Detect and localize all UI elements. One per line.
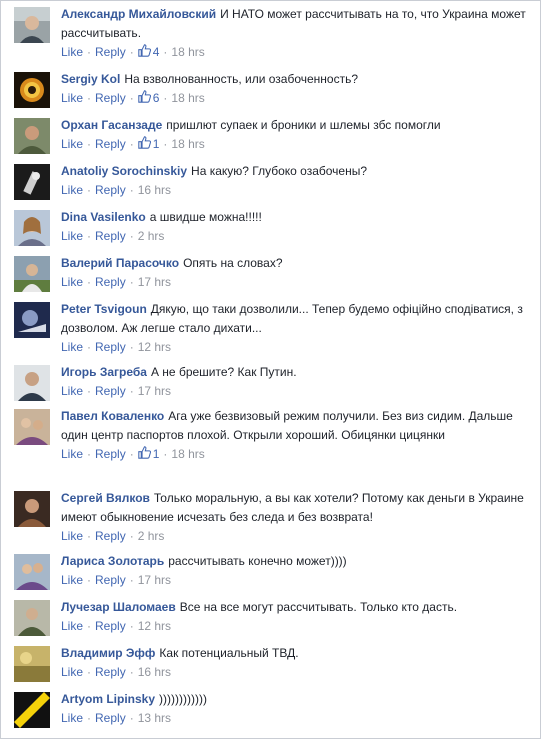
comment-time[interactable]: 13 hrs (138, 711, 171, 725)
comments-panel: Александр Михайловский И НАТО может рассч… (0, 0, 541, 739)
comment-time[interactable]: 18 hrs (171, 91, 204, 105)
avatar[interactable] (14, 118, 50, 154)
like-link[interactable]: Like (61, 573, 83, 587)
comment-author[interactable]: Sergiy Kol (61, 72, 120, 86)
comment-author[interactable]: Орхан Гасанзаде (61, 118, 162, 132)
comment-text: На какую? Глубоко озабочены? (191, 164, 368, 178)
avatar[interactable] (14, 164, 50, 200)
like-link[interactable]: Like (61, 91, 83, 105)
comment-text: Все на все могут рассчитывать. Только кт… (179, 600, 458, 614)
thumbs-up-icon (137, 136, 151, 149)
like-link[interactable]: Like (61, 275, 83, 289)
comment-author[interactable]: Anatoliy Sorochinskiy (61, 164, 187, 178)
comment-time[interactable]: 2 hrs (138, 529, 165, 543)
comment-text: а швидше можна!!!!! (149, 210, 262, 224)
comment-text: пришлют супаек и броники и шлемы збс пом… (166, 118, 441, 132)
comment-text: рассчитывать конечно может)))) (168, 554, 347, 568)
comment-time[interactable]: 17 hrs (138, 573, 171, 587)
reply-link[interactable]: Reply (95, 384, 126, 398)
avatar[interactable] (14, 302, 50, 338)
comment-text: А не брешите? Как Путин. (150, 365, 297, 379)
avatar[interactable] (14, 600, 50, 636)
reply-link[interactable]: Reply (95, 665, 126, 679)
reply-link[interactable]: Reply (95, 45, 126, 59)
comment-text: На взволнованность, или озабоченность? (124, 72, 359, 86)
comment-author[interactable]: Лариса Золотарь (61, 554, 164, 568)
reply-link[interactable]: Reply (95, 573, 126, 587)
comment-time[interactable]: 18 hrs (171, 447, 204, 461)
avatar[interactable] (14, 256, 50, 292)
comment-author[interactable]: Лучезар Шаломаев (61, 600, 176, 614)
like-link[interactable]: Like (61, 229, 83, 243)
comment-time[interactable]: 17 hrs (138, 384, 171, 398)
avatar[interactable] (14, 554, 50, 590)
like-link[interactable]: Like (61, 45, 83, 59)
avatar[interactable] (14, 491, 50, 527)
avatar[interactable] (14, 692, 50, 728)
avatar[interactable] (14, 210, 50, 246)
avatar[interactable] (14, 409, 50, 445)
reply-link[interactable]: Reply (95, 619, 126, 633)
reply-link[interactable]: Reply (95, 91, 126, 105)
comment-author[interactable]: Игорь Загреба (61, 365, 147, 379)
comment-author[interactable]: Валерий Парасочко (61, 256, 179, 270)
avatar[interactable] (14, 72, 50, 108)
like-count[interactable]: 6 (137, 90, 159, 105)
comment-author[interactable]: Dina Vasilenko (61, 210, 146, 224)
reply-link[interactable]: Reply (95, 711, 126, 725)
comment-time[interactable]: 12 hrs (138, 619, 171, 633)
comment-text: Опять на словах? (183, 256, 283, 270)
reply-link[interactable]: Reply (95, 137, 126, 151)
reply-link[interactable]: Reply (95, 229, 126, 243)
reply-link[interactable]: Reply (95, 340, 126, 354)
avatar[interactable] (14, 646, 50, 682)
like-link[interactable]: Like (61, 529, 83, 543)
comment-text: Как потенциальный ТВД. (159, 646, 299, 660)
like-link[interactable]: Like (61, 183, 83, 197)
comment-author[interactable]: Artyom Lipinsky (61, 692, 155, 706)
reply-link[interactable]: Reply (95, 529, 126, 543)
reply-link[interactable]: Reply (95, 447, 126, 461)
avatar[interactable] (14, 7, 50, 43)
like-count[interactable]: 4 (137, 44, 159, 59)
thumbs-up-icon (137, 44, 151, 57)
like-link[interactable]: Like (61, 665, 83, 679)
reply-link[interactable]: Reply (95, 275, 126, 289)
like-link[interactable]: Like (61, 384, 83, 398)
comment-author[interactable]: Peter Tsvigoun (61, 302, 147, 316)
like-link[interactable]: Like (61, 340, 83, 354)
like-link[interactable]: Like (61, 711, 83, 725)
comment-author[interactable]: Сергей Вялков (61, 491, 150, 505)
like-count[interactable]: 1 (137, 446, 159, 461)
comment-time[interactable]: 16 hrs (138, 183, 171, 197)
comment-author[interactable]: Владимир Эфф (61, 646, 155, 660)
comment-author[interactable]: Павел Коваленко (61, 409, 164, 423)
like-link[interactable]: Like (61, 447, 83, 461)
comment-time[interactable]: 12 hrs (138, 340, 171, 354)
comment-time[interactable]: 16 hrs (138, 665, 171, 679)
comment-text: )))))))))))) (159, 692, 207, 706)
like-count[interactable]: 1 (137, 136, 159, 151)
comment-time[interactable]: 17 hrs (138, 275, 171, 289)
thumbs-up-icon (137, 446, 151, 459)
comment-author[interactable]: Александр Михайловский (61, 7, 216, 21)
reply-link[interactable]: Reply (95, 183, 126, 197)
thumbs-up-icon (137, 90, 151, 103)
comment-time[interactable]: 18 hrs (171, 45, 204, 59)
like-link[interactable]: Like (61, 137, 83, 151)
avatar[interactable] (14, 365, 50, 401)
like-link[interactable]: Like (61, 619, 83, 633)
comment-time[interactable]: 18 hrs (171, 137, 204, 151)
comment-time[interactable]: 2 hrs (138, 229, 165, 243)
